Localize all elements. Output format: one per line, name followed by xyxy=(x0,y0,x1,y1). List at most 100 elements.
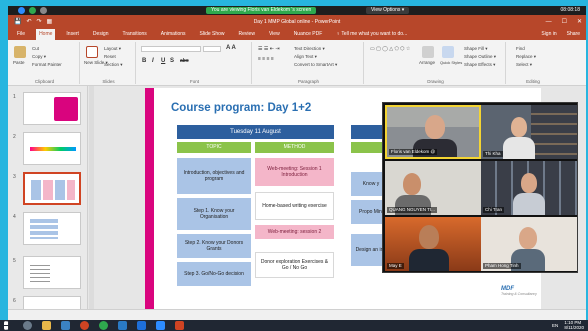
copy-button[interactable]: Copy ▾ xyxy=(32,54,46,60)
slide-title: Course program: Day 1+2 xyxy=(171,102,312,114)
sign-in-link[interactable]: Sign in xyxy=(541,29,556,40)
format-painter-button[interactable]: Format Painter xyxy=(32,62,62,67)
tab-animations[interactable]: Animations xyxy=(158,29,189,40)
close-button[interactable]: ✕ xyxy=(577,15,582,29)
info-icon xyxy=(40,7,47,14)
thumbnail-table xyxy=(31,180,75,200)
tab-view[interactable]: View xyxy=(266,29,283,40)
thumbnail-text xyxy=(30,265,50,283)
slide-thumbnail-4[interactable] xyxy=(23,212,81,245)
shadow-button[interactable]: S xyxy=(170,58,174,64)
find-button[interactable]: Find xyxy=(516,46,525,51)
app-icon[interactable] xyxy=(99,321,108,330)
thumbnail-graphic xyxy=(30,147,76,151)
share-button[interactable]: Share xyxy=(567,29,580,40)
thumbnails-scrollbar[interactable] xyxy=(89,86,94,309)
participant-tile[interactable]: May E xyxy=(385,217,481,271)
section-button[interactable]: Section ▾ xyxy=(104,62,123,68)
slide-thumbnail-3[interactable] xyxy=(23,172,81,205)
method-header: METHOD xyxy=(255,142,334,153)
tab-design[interactable]: Design xyxy=(90,29,112,40)
participant-name: QUANG NGUYEN TI... xyxy=(387,207,437,213)
cut-button[interactable]: Cut xyxy=(32,46,39,51)
file-explorer-icon[interactable] xyxy=(42,321,51,330)
mail-icon[interactable] xyxy=(61,321,70,330)
quick-styles-button[interactable]: Quick Styles xyxy=(440,60,462,65)
tab-transitions[interactable]: Transitions xyxy=(120,29,150,40)
participant-tile[interactable]: QUANG NGUYEN TI... xyxy=(385,161,481,215)
shape-fill-button[interactable]: Shape Fill ▾ xyxy=(464,46,488,52)
paragraph-group: Text Direction ▾ Align Text ▾ Convert to… xyxy=(254,42,364,84)
topic-header: TOPIC xyxy=(177,142,251,153)
new-slide-icon[interactable] xyxy=(86,46,98,58)
word-icon[interactable] xyxy=(137,321,146,330)
reset-button[interactable]: Reset xyxy=(104,54,116,59)
align-icons[interactable]: ≡ ≡ ≡ ≡ xyxy=(258,56,274,62)
view-options-button[interactable]: View Options ▾ xyxy=(366,7,410,14)
align-text-button[interactable]: Align Text ▾ xyxy=(294,54,317,60)
clock[interactable]: 1:10 PM 8/11/2020 xyxy=(564,320,584,330)
slide-thumbnail-1[interactable] xyxy=(23,92,81,125)
participant-tile[interactable]: Pham Hong Tinh xyxy=(481,217,577,271)
start-icon[interactable] xyxy=(4,321,9,330)
italic-button[interactable]: I xyxy=(152,58,154,64)
slide-thumbnail-5[interactable] xyxy=(23,256,81,289)
thumb-number: 2 xyxy=(13,134,16,140)
font-size-field[interactable] xyxy=(203,46,221,52)
ribbon-tabs: File Home Insert Design Transitions Anim… xyxy=(8,29,586,40)
editing-group-label: Editing xyxy=(526,79,540,84)
participant-name: Pham Hong Tinh xyxy=(483,263,521,269)
zoom-icon[interactable] xyxy=(156,321,165,330)
powerpoint-icon[interactable] xyxy=(175,321,184,330)
thumb-number: 6 xyxy=(13,298,16,304)
tab-review[interactable]: Review xyxy=(236,29,258,40)
shapes-gallery[interactable]: ▭ ▢ ◯ △ ⬠ ⬡ ☆ xyxy=(370,46,410,52)
bold-button[interactable]: B xyxy=(142,58,146,64)
shape-outline-button[interactable]: Shape Outline ▾ xyxy=(464,54,496,60)
arrange-button[interactable]: Arrange xyxy=(419,60,435,65)
tab-slide-show[interactable]: Slide Show xyxy=(197,29,228,40)
clipboard-group: Paste Cut Copy ▾ Format Painter Clipboar… xyxy=(10,42,80,84)
underline-button[interactable]: U xyxy=(161,58,165,64)
language-indicator[interactable]: EN xyxy=(552,321,558,330)
slide-thumbnail-2[interactable] xyxy=(23,132,81,165)
chrome-icon[interactable] xyxy=(80,321,89,330)
list-icons[interactable]: ☰ ☰ ⇤ ⇥ xyxy=(258,46,280,52)
replace-button[interactable]: Replace ▾ xyxy=(516,54,536,60)
text-direction-button[interactable]: Text Direction ▾ xyxy=(294,46,325,52)
editing-group: Find Replace ▾ Select ▾ Editing xyxy=(508,42,558,84)
select-button[interactable]: Select ▾ xyxy=(516,62,532,68)
tab-insert[interactable]: Insert xyxy=(63,29,82,40)
layout-button[interactable]: Layout ▾ xyxy=(104,46,121,52)
clipboard-group-label: Clipboard xyxy=(34,79,55,84)
slide-thumbnails-pane: 1 2 3 4 5 6 xyxy=(8,86,88,320)
participant-tile[interactable]: Chi Tran xyxy=(481,161,577,215)
paste-button[interactable]: Paste xyxy=(13,60,25,65)
system-tray: EN 1:10 PM 8/11/2020 xyxy=(552,320,584,330)
font-name-field[interactable] xyxy=(141,46,201,52)
participant-body xyxy=(513,193,545,215)
participant-face xyxy=(425,115,445,139)
font-group-label: Font xyxy=(189,79,199,84)
clock-date: 8/11/2020 xyxy=(564,324,584,330)
participant-tile[interactable]: Floris van Eldekom @ xyxy=(385,105,481,159)
paste-icon[interactable] xyxy=(14,46,26,58)
tab-home[interactable]: Home xyxy=(36,29,56,40)
edge-icon[interactable] xyxy=(118,321,127,330)
minimize-button[interactable]: — xyxy=(546,15,552,29)
quick-styles-icon[interactable] xyxy=(442,46,454,58)
arrange-icon[interactable] xyxy=(422,46,434,58)
shape-effects-button[interactable]: Shape Effects ▾ xyxy=(464,62,495,68)
tab-file[interactable]: File xyxy=(14,29,28,40)
font-size-buttons[interactable]: A A xyxy=(226,45,236,51)
participant-tile[interactable]: Thi Kha xyxy=(481,105,577,159)
method-cell: Home-based writing exercise xyxy=(255,192,334,220)
tell-me-box[interactable]: ♀ Tell me what you want to do... xyxy=(333,29,410,40)
tab-nuance-pdf[interactable]: Nuance PDF xyxy=(291,29,326,40)
drawing-group: ▭ ▢ ◯ △ ⬠ ⬡ ☆ Arrange Quick Styles Shape… xyxy=(366,42,506,84)
convert-smartart-button[interactable]: Convert to SmartArt ▾ xyxy=(294,62,337,68)
search-icon[interactable] xyxy=(23,321,32,330)
maximize-button[interactable]: ☐ xyxy=(562,15,567,29)
zoom-participants-gallery: Floris van Eldekom @ Thi Kha QUANG NGUYE… xyxy=(382,102,578,273)
strikethrough-button[interactable]: abc xyxy=(180,58,189,64)
